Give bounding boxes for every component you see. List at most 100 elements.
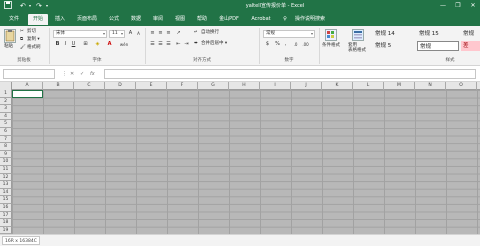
tell-me-search[interactable]: 操作说明搜索 bbox=[290, 14, 330, 25]
shrink-font-button[interactable]: A bbox=[135, 30, 142, 37]
number-format-select[interactable]: 常规 ▾ bbox=[263, 30, 315, 38]
column-header[interactable]: M bbox=[384, 82, 415, 90]
table-format-button[interactable]: 套用 表格格式 bbox=[348, 43, 366, 53]
align-middle-icon[interactable]: ≡ bbox=[157, 30, 164, 37]
tab-insert[interactable]: 插入 bbox=[50, 14, 70, 25]
tab-file[interactable]: 文件 bbox=[4, 14, 24, 25]
decrease-decimal-icon[interactable]: .00 bbox=[302, 41, 309, 48]
row-header[interactable]: 16 bbox=[0, 204, 12, 212]
merge-center-icon[interactable]: ⬌ bbox=[194, 41, 198, 47]
tab-view[interactable]: 视图 bbox=[170, 14, 190, 25]
save-icon[interactable] bbox=[4, 1, 12, 11]
comma-button[interactable]: , bbox=[282, 41, 289, 48]
merge-center-button[interactable]: 合并后居中 ▾ bbox=[201, 41, 227, 47]
orientation-icon[interactable]: ↗ bbox=[175, 30, 182, 37]
column-header[interactable]: H bbox=[229, 82, 260, 90]
row-header[interactable]: 8 bbox=[0, 143, 12, 151]
cut-icon[interactable]: ✂ bbox=[20, 29, 24, 35]
paste-icon[interactable] bbox=[4, 29, 16, 43]
tab-formulas[interactable]: 公式 bbox=[104, 14, 124, 25]
column-header[interactable]: L bbox=[353, 82, 384, 90]
row-header[interactable]: 11 bbox=[0, 166, 12, 174]
row-header[interactable]: 6 bbox=[0, 128, 12, 136]
column-header[interactable]: D bbox=[105, 82, 136, 90]
row-header[interactable]: 13 bbox=[0, 181, 12, 189]
undo-icon[interactable]: ↶ bbox=[20, 1, 26, 11]
cell-style-bad[interactable]: 差 bbox=[461, 41, 480, 51]
align-right-icon[interactable]: ☰ bbox=[165, 41, 172, 48]
fill-color-icon[interactable]: ◈ bbox=[94, 41, 101, 48]
column-header[interactable]: J bbox=[291, 82, 322, 90]
redo-icon[interactable]: ↷ bbox=[36, 1, 42, 11]
format-painter-icon[interactable]: 🖌 bbox=[20, 45, 26, 51]
tab-home[interactable]: 开始 bbox=[28, 14, 48, 25]
row-header[interactable]: 4 bbox=[0, 112, 12, 121]
name-box[interactable] bbox=[3, 69, 55, 79]
tab-review[interactable]: 审阅 bbox=[148, 14, 168, 25]
formula-input[interactable] bbox=[104, 69, 476, 79]
borders-icon[interactable]: ⊞ bbox=[82, 41, 89, 48]
align-center-icon[interactable]: ☰ bbox=[157, 41, 164, 48]
increase-decimal-icon[interactable]: .0 bbox=[292, 41, 299, 48]
restore-icon[interactable]: ❐ bbox=[451, 0, 465, 12]
grow-font-button[interactable]: A bbox=[127, 30, 134, 37]
underline-button[interactable]: U bbox=[70, 41, 77, 48]
cancel-icon[interactable]: ✕ bbox=[70, 69, 74, 79]
cell-area[interactable] bbox=[12, 90, 480, 234]
row-header[interactable]: 5 bbox=[0, 120, 12, 128]
conditional-format-button[interactable]: 条件格式 bbox=[322, 43, 340, 49]
cell-style-normal-14[interactable]: 常规 14 bbox=[373, 29, 415, 39]
decrease-indent-icon[interactable]: ⇤ bbox=[175, 41, 182, 48]
align-bottom-icon[interactable]: ≡ bbox=[165, 30, 172, 37]
cell-style-more[interactable]: 常规 bbox=[461, 29, 480, 39]
wrap-text-icon[interactable]: ↵ bbox=[194, 30, 198, 36]
font-name-select[interactable]: 宋体 ▾ bbox=[53, 30, 107, 38]
column-header[interactable]: G bbox=[198, 82, 229, 90]
tab-data[interactable]: 数据 bbox=[126, 14, 146, 25]
row-header[interactable]: 17 bbox=[0, 211, 12, 220]
cut-button[interactable]: 剪切 bbox=[27, 29, 36, 35]
worksheet-grid[interactable]: ABCDEFGHIJKLMNO 1 2 3 4 5 6 7 8 9 10 11 12 13 14 15 16 1… bbox=[0, 82, 480, 234]
cell-style-normal[interactable]: 常规 bbox=[417, 41, 459, 51]
tab-page-layout[interactable]: 页面布局 bbox=[72, 14, 102, 25]
format-painter-button[interactable]: 格式刷 bbox=[27, 45, 41, 51]
column-header[interactable]: E bbox=[136, 82, 167, 90]
row-header[interactable]: 1 bbox=[0, 90, 12, 98]
copy-icon[interactable]: ⧉ bbox=[20, 37, 23, 43]
row-header[interactable]: 12 bbox=[0, 173, 12, 182]
row-header[interactable]: 9 bbox=[0, 150, 12, 159]
italic-button[interactable]: I bbox=[62, 41, 69, 48]
row-header[interactable]: 14 bbox=[0, 188, 12, 197]
align-left-icon[interactable]: ☰ bbox=[149, 41, 156, 48]
active-cell[interactable] bbox=[12, 90, 43, 98]
minimize-icon[interactable]: — bbox=[436, 0, 450, 12]
column-header[interactable]: F bbox=[167, 82, 198, 90]
row-header[interactable]: 19 bbox=[0, 226, 12, 234]
column-header[interactable]: A bbox=[12, 82, 43, 90]
column-header[interactable]: N bbox=[415, 82, 446, 90]
column-header[interactable]: I bbox=[260, 82, 291, 90]
row-header[interactable]: 2 bbox=[0, 97, 12, 106]
table-format-icon[interactable] bbox=[352, 29, 364, 41]
currency-button[interactable]: $ bbox=[264, 41, 271, 48]
bold-button[interactable]: B bbox=[54, 41, 61, 48]
close-icon[interactable]: ✕ bbox=[466, 0, 480, 12]
align-top-icon[interactable]: ≡ bbox=[149, 30, 156, 37]
row-header[interactable]: 7 bbox=[0, 135, 12, 144]
tab-kingsoft-pdf[interactable]: 金山PDF bbox=[214, 14, 244, 25]
row-header[interactable]: 15 bbox=[0, 196, 12, 204]
cell-style-normal-15[interactable]: 常规 15 bbox=[417, 29, 459, 39]
row-header[interactable]: 18 bbox=[0, 219, 12, 227]
font-size-select[interactable]: 11 ▾ bbox=[109, 30, 125, 38]
row-header[interactable]: 10 bbox=[0, 158, 12, 166]
chevron-down-icon[interactable]: ▾ bbox=[29, 1, 31, 11]
insert-function-button[interactable]: fx bbox=[90, 69, 95, 79]
column-header[interactable]: K bbox=[322, 82, 353, 90]
font-color-icon[interactable]: A bbox=[106, 41, 113, 48]
paste-button[interactable]: 粘贴 bbox=[4, 44, 13, 50]
cell-style-normal-5[interactable]: 常规 5 bbox=[373, 41, 415, 51]
column-header[interactable]: B bbox=[43, 82, 74, 90]
column-header[interactable]: O bbox=[446, 82, 477, 90]
tab-acrobat[interactable]: Acrobat bbox=[248, 14, 274, 25]
column-header[interactable]: C bbox=[74, 82, 105, 90]
